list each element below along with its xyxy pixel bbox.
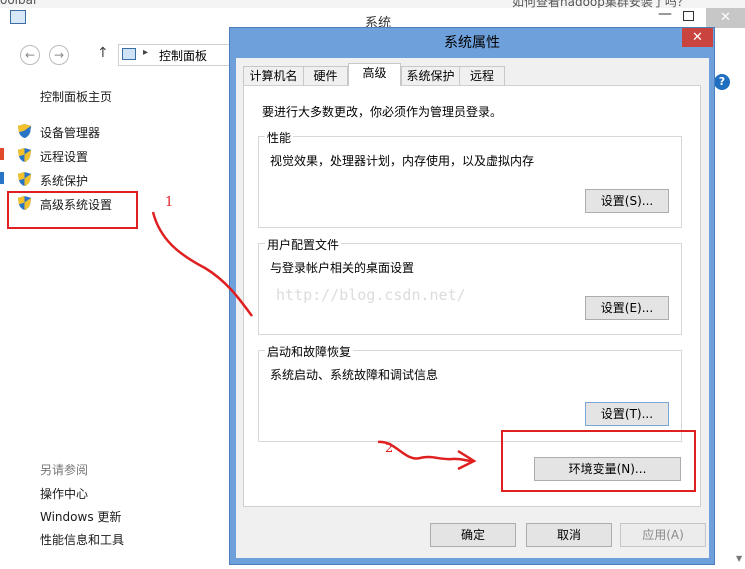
- annotation-arrow-2: [377, 440, 477, 471]
- tab-advanced[interactable]: 高级: [348, 63, 401, 86]
- annotation-arrow-1: [151, 211, 254, 317]
